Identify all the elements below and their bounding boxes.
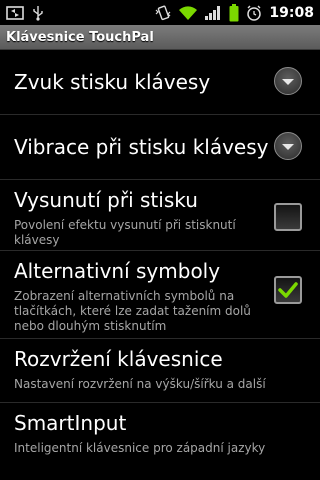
alarm-icon xyxy=(246,5,262,21)
screen-cast-icon xyxy=(6,5,24,20)
usb-icon xyxy=(32,5,44,21)
dropdown-arrow-icon[interactable] xyxy=(274,132,302,160)
settings-list: Zvuk stisku klávesy Vibrace při stisku k… xyxy=(0,50,320,467)
setting-title: Zvuk stisku klávesy xyxy=(14,70,211,94)
setting-summary: Zobrazení alternativních symbolů na tlač… xyxy=(14,289,251,333)
checkbox-unchecked[interactable] xyxy=(274,203,302,231)
setting-title: Vibrace při stisku klávesy xyxy=(14,135,269,159)
title-bar: Klávesnice TouchPal xyxy=(0,25,320,50)
setting-summary: Inteligentní klávesnice pro západní jazy… xyxy=(14,441,266,455)
setting-keyboard-layout[interactable]: Rozvržení klávesnice Nastavení rozvržení… xyxy=(0,339,320,403)
checkbox-checked[interactable] xyxy=(274,276,302,304)
setting-title: Rozvržení klávesnice xyxy=(14,347,223,371)
setting-title: SmartInput xyxy=(14,411,127,435)
setting-key-sound[interactable]: Zvuk stisku klávesy xyxy=(0,50,320,115)
status-bar: 19:08 xyxy=(0,0,320,25)
clock: 19:08 xyxy=(269,4,314,21)
page-title: Klávesnice TouchPal xyxy=(6,29,154,45)
dropdown-arrow-icon[interactable] xyxy=(274,67,302,95)
setting-smartinput[interactable]: SmartInput Inteligentní klávesnice pro z… xyxy=(0,403,320,467)
setting-summary: Nastavení rozvržení na výšku/šířku a dal… xyxy=(14,377,266,391)
setting-key-popup[interactable]: Vysunutí při stisku Povolení efektu vysu… xyxy=(0,180,320,251)
setting-alt-symbols[interactable]: Alternativní symboly Zobrazení alternati… xyxy=(0,251,320,339)
setting-title: Alternativní symboly xyxy=(14,259,221,283)
battery-icon xyxy=(229,3,239,22)
setting-key-vibration[interactable]: Vibrace při stisku klávesy xyxy=(0,115,320,180)
setting-title: Vysunutí při stisku xyxy=(14,188,198,212)
wifi-icon xyxy=(179,5,198,20)
vibrate-icon xyxy=(154,5,172,21)
check-icon xyxy=(278,282,298,298)
signal-icon xyxy=(204,5,222,21)
setting-summary: Povolení efektu vysunutí při stisknutí k… xyxy=(14,218,236,247)
